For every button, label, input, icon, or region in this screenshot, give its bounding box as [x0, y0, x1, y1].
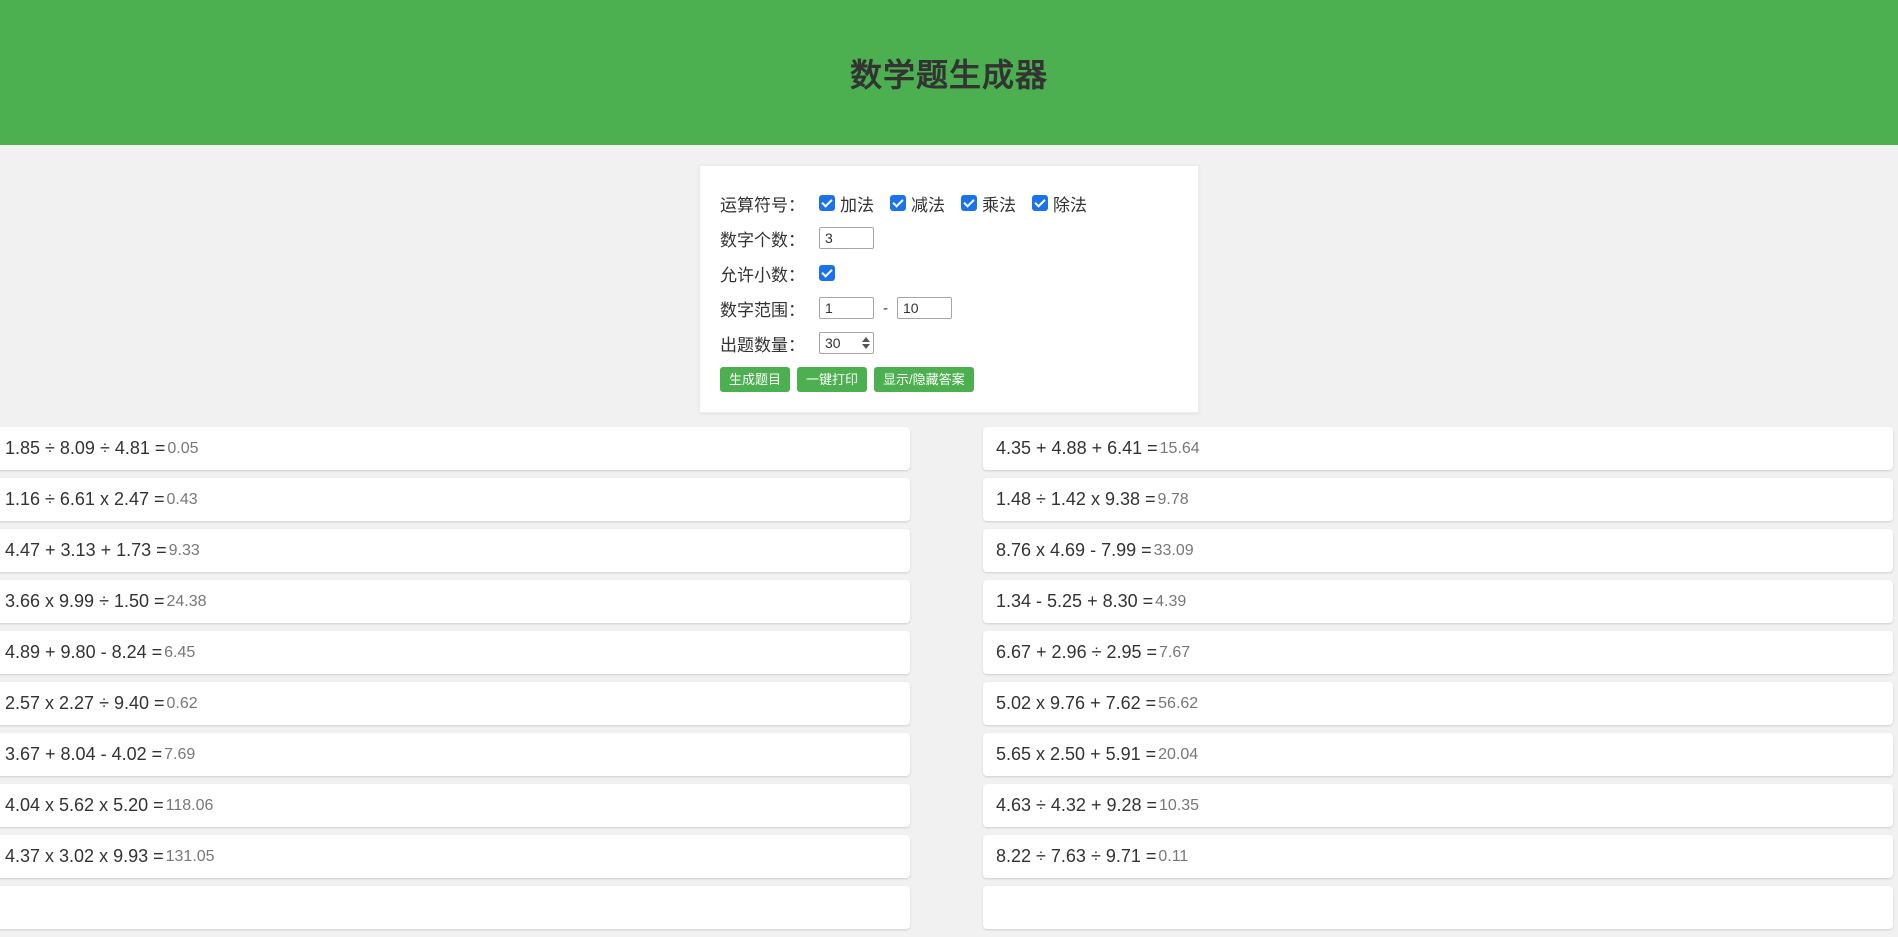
question-answer: 0.05: [167, 440, 198, 458]
operator-option: 乘法: [961, 191, 1016, 216]
question-row: 4.37 x 3.02 x 9.93 = 131.05: [0, 835, 910, 878]
question-expression: 1.85 ÷ 8.09 ÷ 4.81 =: [5, 438, 165, 459]
question-row: 1.85 ÷ 8.09 ÷ 4.81 = 0.05: [0, 427, 910, 470]
allow-decimal-label: 允许小数：: [720, 261, 805, 286]
question-row: 4.35 + 4.88 + 6.41 = 15.64: [983, 427, 1893, 470]
app-header: 数学题生成器: [0, 0, 1898, 145]
question-answer: 20.04: [1158, 746, 1198, 764]
generate-button[interactable]: 生成题目: [720, 367, 790, 392]
question-row: 8.76 x 4.69 - 7.99 = 33.09: [983, 529, 1893, 572]
print-button[interactable]: 一键打印: [797, 367, 867, 392]
questions-column-left: 1.85 ÷ 8.09 ÷ 4.81 = 0.05 1.16 ÷ 6.61 x …: [0, 427, 910, 937]
question-answer: 6.45: [164, 644, 195, 662]
questions-column-right: 4.35 + 4.88 + 6.41 = 15.64 1.48 ÷ 1.42 x…: [983, 427, 1893, 937]
question-row: 3.67 + 8.04 - 4.02 = 7.69: [0, 733, 910, 776]
question-expression: 4.89 + 9.80 - 8.24 =: [5, 642, 162, 663]
allow-decimal-row: 允许小数：: [720, 262, 1178, 284]
digit-count-input[interactable]: [819, 227, 874, 249]
question-expression: 1.16 ÷ 6.61 x 2.47 =: [5, 489, 165, 510]
question-row-partial: [983, 886, 1893, 929]
range-label: 数字范围：: [720, 296, 805, 321]
question-row: 4.63 ÷ 4.32 + 9.28 = 10.35: [983, 784, 1893, 827]
operator-option: 除法: [1032, 191, 1087, 216]
question-expression: 3.67 + 8.04 - 4.02 =: [5, 744, 162, 765]
question-answer: 10.35: [1159, 797, 1199, 815]
digit-count-label: 数字个数：: [720, 226, 805, 251]
digit-count-row: 数字个数：: [720, 227, 1178, 249]
question-expression: 5.02 x 9.76 + 7.62 =: [996, 693, 1156, 714]
range-separator: -: [883, 300, 888, 317]
question-expression: 1.34 - 5.25 + 8.30 =: [996, 591, 1153, 612]
question-count-value: 30: [825, 335, 862, 351]
question-count-label: 出题数量：: [720, 331, 805, 356]
question-answer: 4.39: [1155, 593, 1186, 611]
question-row: 1.16 ÷ 6.61 x 2.47 = 0.43: [0, 478, 910, 521]
question-expression: 8.22 ÷ 7.63 ÷ 9.71 =: [996, 846, 1156, 867]
question-expression: 8.76 x 4.69 - 7.99 =: [996, 540, 1152, 561]
spinner-up-icon[interactable]: [862, 337, 870, 342]
operators-label: 运算符号：: [720, 191, 805, 216]
range-min-input[interactable]: [819, 297, 874, 319]
question-answer: 118.06: [166, 797, 214, 815]
question-answer: 7.69: [164, 746, 195, 764]
question-answer: 131.05: [166, 848, 215, 866]
question-count-row: 出题数量： 30: [720, 332, 1178, 354]
question-expression: 4.63 ÷ 4.32 + 9.28 =: [996, 795, 1157, 816]
operator-option: 加法: [819, 191, 874, 216]
question-row: 5.65 x 2.50 + 5.91 = 20.04: [983, 733, 1893, 776]
spinner-down-icon[interactable]: [862, 344, 870, 349]
question-expression: 4.47 + 3.13 + 1.73 =: [5, 540, 167, 561]
question-answer: 7.67: [1159, 644, 1190, 662]
range-max-input[interactable]: [897, 297, 952, 319]
page-title: 数学题生成器: [850, 50, 1048, 96]
operator-label: 乘法: [982, 191, 1016, 216]
question-answer: 0.43: [167, 491, 198, 509]
operators-row: 运算符号： 加法 减法 乘法 除法: [720, 192, 1178, 214]
operator-checkbox[interactable]: [819, 195, 835, 211]
question-answer: 33.09: [1154, 542, 1194, 560]
question-answer: 0.62: [167, 695, 198, 713]
operators-list: 加法 减法 乘法 除法: [819, 191, 1103, 216]
question-row: 4.04 x 5.62 x 5.20 = 118.06: [0, 784, 910, 827]
operator-label: 加法: [840, 191, 874, 216]
question-answer: 24.38: [167, 593, 207, 611]
operator-label: 减法: [911, 191, 945, 216]
operator-checkbox[interactable]: [1032, 195, 1048, 211]
settings-panel: 运算符号： 加法 减法 乘法 除法 数字个数： 允许小数： 数字范围： - 出题…: [699, 165, 1199, 413]
question-row: 4.47 + 3.13 + 1.73 = 9.33: [0, 529, 910, 572]
allow-decimal-checkbox[interactable]: [819, 265, 835, 281]
question-expression: 2.57 x 2.27 ÷ 9.40 =: [5, 693, 165, 714]
operator-option: 减法: [890, 191, 945, 216]
question-row: 4.89 + 9.80 - 8.24 = 6.45: [0, 631, 910, 674]
toggle-answers-button[interactable]: 显示/隐藏答案: [874, 367, 974, 392]
question-row: 1.34 - 5.25 + 8.30 = 4.39: [983, 580, 1893, 623]
question-expression: 6.67 + 2.96 ÷ 2.95 =: [996, 642, 1157, 663]
operator-checkbox[interactable]: [890, 195, 906, 211]
question-count-input[interactable]: 30: [819, 332, 874, 354]
operator-label: 除法: [1053, 191, 1087, 216]
question-answer: 0.11: [1158, 848, 1188, 866]
question-row: 1.48 ÷ 1.42 x 9.38 = 9.78: [983, 478, 1893, 521]
question-row: 3.66 x 9.99 ÷ 1.50 = 24.38: [0, 580, 910, 623]
question-expression: 3.66 x 9.99 ÷ 1.50 =: [5, 591, 165, 612]
question-row: 8.22 ÷ 7.63 ÷ 9.71 = 0.11: [983, 835, 1893, 878]
questions-grid: 1.85 ÷ 8.09 ÷ 4.81 = 0.05 1.16 ÷ 6.61 x …: [0, 427, 1898, 937]
question-answer: 9.78: [1158, 491, 1189, 509]
question-answer: 9.33: [169, 542, 200, 560]
question-row: 2.57 x 2.27 ÷ 9.40 = 0.62: [0, 682, 910, 725]
question-answer: 15.64: [1160, 440, 1200, 458]
question-row: 6.67 + 2.96 ÷ 2.95 = 7.67: [983, 631, 1893, 674]
operator-checkbox[interactable]: [961, 195, 977, 211]
question-expression: 4.04 x 5.62 x 5.20 =: [5, 795, 164, 816]
range-row: 数字范围： -: [720, 297, 1178, 319]
buttons-row: 生成题目 一键打印 显示/隐藏答案: [720, 367, 1178, 392]
question-expression: 1.48 ÷ 1.42 x 9.38 =: [996, 489, 1156, 510]
question-row: 5.02 x 9.76 + 7.62 = 56.62: [983, 682, 1893, 725]
spinner-arrows-icon[interactable]: [862, 337, 870, 349]
question-answer: 56.62: [1158, 695, 1198, 713]
question-expression: 4.37 x 3.02 x 9.93 =: [5, 846, 164, 867]
question-expression: 5.65 x 2.50 + 5.91 =: [996, 744, 1156, 765]
question-expression: 4.35 + 4.88 + 6.41 =: [996, 438, 1158, 459]
question-row-partial: [0, 886, 910, 929]
